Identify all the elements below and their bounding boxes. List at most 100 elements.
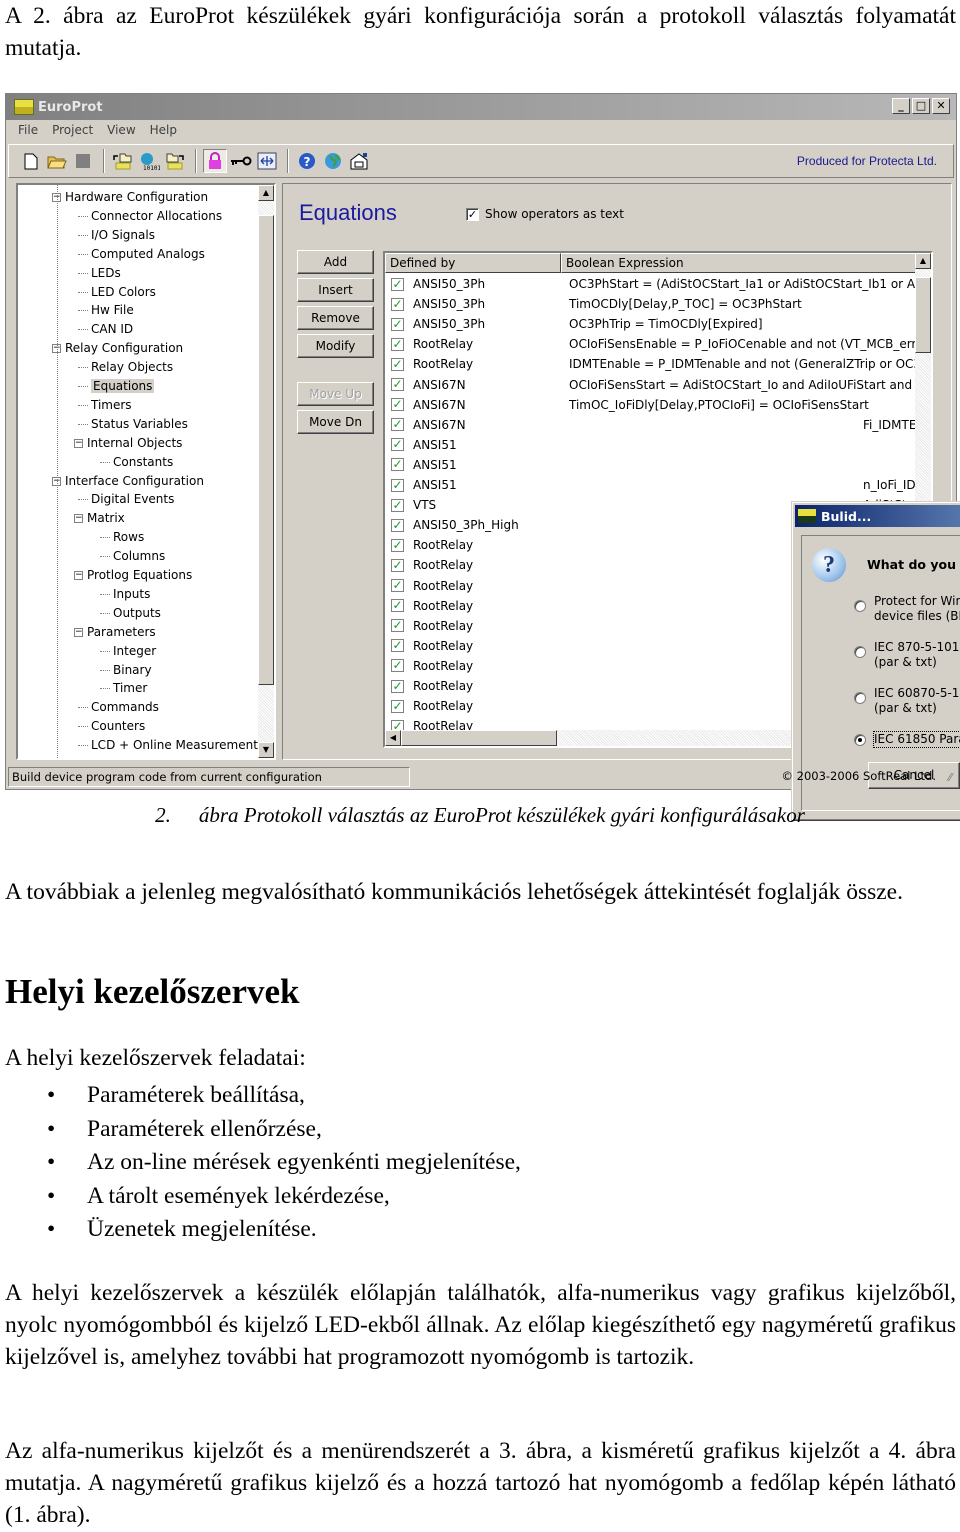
option-protect-win32[interactable]: Protect for Windows 32 encodeddevice fil… (854, 594, 960, 624)
row-check-icon[interactable]: ✓ (391, 619, 404, 633)
compile-globe-icon[interactable]: 10101 (137, 149, 161, 173)
scroll-up-arrow-icon[interactable]: ▲ (258, 185, 274, 201)
tree-item[interactable]: Computed Analogs (78, 245, 205, 264)
tree-item[interactable]: Columns (100, 547, 165, 566)
tree-item[interactable]: LCD + Online Measurements (78, 736, 264, 755)
table-row[interactable]: ✓ ANSI67N Fi_IDMTE (385, 415, 917, 435)
tree-item[interactable]: CAN ID (78, 320, 133, 339)
row-check-icon[interactable]: ✓ (391, 378, 404, 392)
list-scroll-thumb[interactable] (915, 277, 931, 353)
radio-button[interactable] (854, 600, 866, 612)
new-file-icon[interactable] (19, 149, 43, 173)
tree-item[interactable]: − Parameters (74, 623, 156, 642)
tree-item[interactable]: Integer (100, 642, 156, 661)
table-row[interactable]: ✓ ANSI67N OCIoFiSensStart = AdiStOCStart_I… (385, 375, 917, 395)
table-row[interactable]: ✓ ANSI50_3Ph OC3PhTrip = TimOCDly[Expired] (385, 314, 917, 334)
row-check-icon[interactable]: ✓ (391, 538, 404, 552)
row-check-icon[interactable]: ✓ (391, 639, 404, 653)
save-icon[interactable] (71, 149, 95, 173)
scroll-down-arrow-icon[interactable]: ▼ (258, 742, 274, 758)
insert-button[interactable]: Insert (297, 278, 374, 302)
radio-button[interactable] (854, 646, 866, 658)
table-row[interactable]: ✓ ANSI51 (385, 435, 917, 455)
lock-icon[interactable] (203, 149, 227, 173)
checkbox-check-icon[interactable]: ✓ (466, 207, 479, 221)
tree-item[interactable]: − Protlog Equations (74, 566, 192, 585)
move-down-button[interactable]: Move Dn (297, 410, 374, 434)
row-check-icon[interactable]: ✓ (391, 478, 404, 492)
tree-item[interactable]: − Interface Configuration (52, 472, 204, 491)
option-iec-870-5-101[interactable]: IEC 870-5-101 Parameter files(par & txt) (854, 640, 960, 670)
tree-item[interactable]: LED Colors (78, 283, 156, 302)
option-iec-61850[interactable]: IEC 61850 Parameter files (854, 731, 960, 748)
remove-button[interactable]: Remove (297, 306, 374, 330)
radio-button[interactable] (854, 692, 866, 704)
tree-item[interactable]: Timers (78, 396, 132, 415)
tree-item[interactable]: Counters (78, 717, 145, 736)
column-defined-by[interactable]: Defined by (385, 253, 561, 273)
list-hscroll-thumb[interactable] (401, 730, 557, 746)
web-globe-icon[interactable] (321, 149, 345, 173)
show-operators-checkbox[interactable]: ✓ Show operators as text (466, 207, 624, 221)
key-icon[interactable] (229, 149, 253, 173)
row-check-icon[interactable]: ✓ (391, 679, 404, 693)
tree-item[interactable]: Rows (100, 528, 144, 547)
tree-item[interactable]: LEDs (78, 264, 121, 283)
tree-item[interactable]: Digital Events (78, 490, 174, 509)
tree-item[interactable]: − Matrix (74, 509, 125, 528)
table-row[interactable]: ✓ ANSI50_3Ph OC3PhStart = (AdiStOCStart_Ia… (385, 274, 917, 294)
scroll-left-arrow-icon[interactable]: ◀ (385, 730, 401, 746)
tree-item[interactable]: − Hardware Configuration (52, 188, 208, 207)
tree-item[interactable]: Commands (78, 698, 159, 717)
tree-scrollbar[interactable]: ▲ ▼ (258, 185, 274, 758)
row-check-icon[interactable]: ✓ (391, 277, 404, 291)
row-check-icon[interactable]: ✓ (391, 317, 404, 331)
minimize-button[interactable]: _ (892, 98, 910, 114)
open-folder-icon[interactable] (45, 149, 69, 173)
menu-help[interactable]: Help (143, 121, 184, 141)
row-check-icon[interactable]: ✓ (391, 418, 404, 432)
row-check-icon[interactable]: ✓ (391, 699, 404, 713)
tree-item[interactable]: Binary (100, 661, 152, 680)
row-check-icon[interactable]: ✓ (391, 599, 404, 613)
tree-item[interactable]: Connector Allocations (78, 207, 222, 226)
table-row[interactable]: ✓ ANSI50_3Ph TimOCDly[Delay,P_TOC] = OC3Ph… (385, 294, 917, 314)
settings-icon[interactable] (347, 149, 371, 173)
maximize-button[interactable]: □ (912, 98, 930, 114)
export-icon[interactable] (163, 149, 187, 173)
row-check-icon[interactable]: ✓ (391, 438, 404, 452)
collapse-icon[interactable]: − (74, 514, 83, 524)
row-check-icon[interactable]: ✓ (391, 337, 404, 351)
resize-grip-icon[interactable]: ⁄⁄ (948, 771, 952, 784)
close-button[interactable]: ✕ (932, 98, 950, 114)
tree-item[interactable]: Equations (78, 377, 155, 396)
tree-item[interactable]: Status Variables (78, 415, 188, 434)
tree-item[interactable]: Constants (100, 453, 173, 472)
column-boolean-expression[interactable]: Boolean Expression (561, 253, 917, 273)
tree-item[interactable]: Inputs (100, 585, 150, 604)
row-check-icon[interactable]: ✓ (391, 458, 404, 472)
collapse-icon[interactable]: − (74, 627, 83, 637)
row-check-icon[interactable]: ✓ (391, 659, 404, 673)
add-button[interactable]: Add (297, 250, 374, 274)
tree-item[interactable]: − Relay Configuration (52, 339, 183, 358)
row-check-icon[interactable]: ✓ (391, 558, 404, 572)
collapse-icon[interactable]: − (74, 438, 83, 448)
row-check-icon[interactable]: ✓ (391, 357, 404, 371)
menu-view[interactable]: View (100, 121, 142, 141)
tree-item[interactable]: Hw File (78, 301, 134, 320)
tree-item[interactable]: I/O Signals (78, 226, 155, 245)
tree-item[interactable]: Timer (100, 679, 147, 698)
table-row[interactable]: ✓ RootRelay IDMTEnable = P_IDMTenable and … (385, 354, 917, 374)
modify-button[interactable]: Modify (297, 334, 374, 358)
network-icon[interactable] (255, 149, 279, 173)
tree-item[interactable]: − Internal Objects (74, 434, 182, 453)
scroll-up-arrow-icon[interactable]: ▲ (915, 253, 931, 269)
menu-project[interactable]: Project (45, 121, 100, 141)
table-row[interactable]: ✓ ANSI67N TimOC_IoFiDly[Delay,PTOCIoFi] = … (385, 395, 917, 415)
tree-item[interactable]: Relay Objects (78, 358, 173, 377)
help-icon[interactable]: ? (295, 149, 319, 173)
table-row[interactable]: ✓ RootRelay OCIoFiSensEnable = P_IoFiOCena… (385, 334, 917, 354)
row-check-icon[interactable]: ✓ (391, 297, 404, 311)
move-up-button[interactable]: Move Up (297, 382, 374, 406)
